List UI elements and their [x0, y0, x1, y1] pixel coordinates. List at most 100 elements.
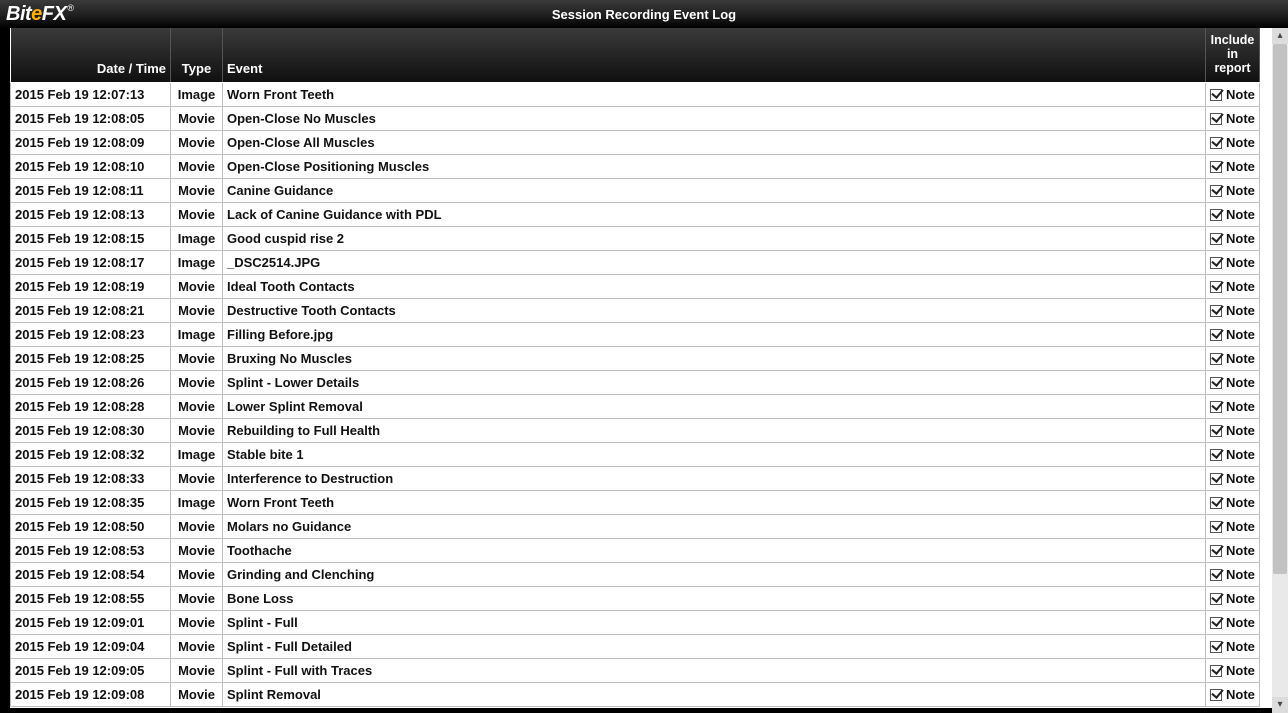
note-label: Note	[1226, 591, 1255, 606]
include-checkbox[interactable]	[1210, 209, 1222, 221]
table-row[interactable]: 2015 Feb 19 12:08:55MovieBone LossNote	[11, 586, 1260, 610]
include-checkbox[interactable]	[1210, 233, 1222, 245]
include-checkbox[interactable]	[1210, 665, 1222, 677]
scroll-down-arrow-icon[interactable]: ▾	[1272, 697, 1288, 713]
table-row[interactable]: 2015 Feb 19 12:08:30MovieRebuilding to F…	[11, 418, 1260, 442]
include-checkbox[interactable]	[1210, 593, 1222, 605]
logo-text-accent: e	[31, 3, 42, 25]
table-row[interactable]: 2015 Feb 19 12:08:10MovieOpen-Close Posi…	[11, 154, 1260, 178]
cell-type: Image	[171, 442, 223, 466]
include-checkbox[interactable]	[1210, 329, 1222, 341]
cell-event: Worn Front Teeth	[223, 490, 1206, 514]
include-checkbox[interactable]	[1210, 473, 1222, 485]
cell-event: Filling Before.jpg	[223, 322, 1206, 346]
table-row[interactable]: 2015 Feb 19 12:08:15ImageGood cuspid ris…	[11, 226, 1260, 250]
table-row[interactable]: 2015 Feb 19 12:08:23ImageFilling Before.…	[11, 322, 1260, 346]
cell-event: Lower Splint Removal	[223, 394, 1206, 418]
table-row[interactable]: 2015 Feb 19 12:09:08MovieSplint RemovalN…	[11, 682, 1260, 706]
include-checkbox[interactable]	[1210, 305, 1222, 317]
table-row[interactable]: 2015 Feb 19 12:07:13ImageWorn Front Teet…	[11, 82, 1260, 106]
note-label: Note	[1226, 303, 1255, 318]
table-row[interactable]: 2015 Feb 19 12:08:50MovieMolars no Guida…	[11, 514, 1260, 538]
include-checkbox[interactable]	[1210, 425, 1222, 437]
table-row[interactable]: 2015 Feb 19 12:09:04MovieSplint - Full D…	[11, 634, 1260, 658]
col-header-include[interactable]: Include in report	[1206, 28, 1260, 82]
cell-type: Movie	[171, 586, 223, 610]
table-row[interactable]: 2015 Feb 19 12:08:25MovieBruxing No Musc…	[11, 346, 1260, 370]
note-label: Note	[1226, 615, 1255, 630]
include-checkbox[interactable]	[1210, 185, 1222, 197]
include-checkbox[interactable]	[1210, 617, 1222, 629]
cell-datetime: 2015 Feb 19 12:08:33	[11, 466, 171, 490]
cell-type: Movie	[171, 154, 223, 178]
col-header-datetime[interactable]: Date / Time	[11, 28, 171, 82]
cell-datetime: 2015 Feb 19 12:09:08	[11, 682, 171, 706]
table-row[interactable]: 2015 Feb 19 12:08:11MovieCanine Guidance…	[11, 178, 1260, 202]
cell-event: Open-Close Positioning Muscles	[223, 154, 1206, 178]
cell-type: Movie	[171, 682, 223, 706]
cell-include: Note	[1206, 178, 1260, 202]
cell-event: Splint - Full	[223, 610, 1206, 634]
cell-include: Note	[1206, 274, 1260, 298]
include-checkbox[interactable]	[1210, 137, 1222, 149]
cell-include: Note	[1206, 154, 1260, 178]
scroll-thumb[interactable]	[1273, 44, 1287, 574]
table-row[interactable]: 2015 Feb 19 12:09:01MovieSplint - FullNo…	[11, 610, 1260, 634]
table-row[interactable]: 2015 Feb 19 12:08:53MovieToothacheNote	[11, 538, 1260, 562]
note-label: Note	[1226, 351, 1255, 366]
col-header-type[interactable]: Type	[171, 28, 223, 82]
cell-include: Note	[1206, 634, 1260, 658]
note-label: Note	[1226, 111, 1255, 126]
cell-datetime: 2015 Feb 19 12:08:26	[11, 370, 171, 394]
include-checkbox[interactable]	[1210, 449, 1222, 461]
include-checkbox[interactable]	[1210, 353, 1222, 365]
col-header-event[interactable]: Event	[223, 28, 1206, 82]
cell-event: Rebuilding to Full Health	[223, 418, 1206, 442]
table-row[interactable]: 2015 Feb 19 12:09:05MovieSplint - Full w…	[11, 658, 1260, 682]
include-checkbox[interactable]	[1210, 545, 1222, 557]
note-label: Note	[1226, 255, 1255, 270]
cell-include: Note	[1206, 466, 1260, 490]
table-row[interactable]: 2015 Feb 19 12:08:26MovieSplint - Lower …	[11, 370, 1260, 394]
cell-include: Note	[1206, 394, 1260, 418]
note-label: Note	[1226, 87, 1255, 102]
include-checkbox[interactable]	[1210, 401, 1222, 413]
include-checkbox[interactable]	[1210, 689, 1222, 701]
table-row[interactable]: 2015 Feb 19 12:08:32ImageStable bite 1No…	[11, 442, 1260, 466]
include-checkbox[interactable]	[1210, 161, 1222, 173]
cell-event: Lack of Canine Guidance with PDL	[223, 202, 1206, 226]
table-row[interactable]: 2015 Feb 19 12:08:05MovieOpen-Close No M…	[11, 106, 1260, 130]
cell-event: Grinding and Clenching	[223, 562, 1206, 586]
table-row[interactable]: 2015 Feb 19 12:08:17Image_DSC2514.JPGNot…	[11, 250, 1260, 274]
include-checkbox[interactable]	[1210, 113, 1222, 125]
cell-type: Movie	[171, 658, 223, 682]
include-checkbox[interactable]	[1210, 377, 1222, 389]
include-checkbox[interactable]	[1210, 89, 1222, 101]
table-row[interactable]: 2015 Feb 19 12:08:54MovieGrinding and Cl…	[11, 562, 1260, 586]
note-label: Note	[1226, 135, 1255, 150]
table-row[interactable]: 2015 Feb 19 12:08:28MovieLower Splint Re…	[11, 394, 1260, 418]
include-checkbox[interactable]	[1210, 521, 1222, 533]
include-checkbox[interactable]	[1210, 497, 1222, 509]
include-checkbox[interactable]	[1210, 281, 1222, 293]
table-row[interactable]: 2015 Feb 19 12:08:33MovieInterference to…	[11, 466, 1260, 490]
cell-type: Movie	[171, 466, 223, 490]
header-row: Date / Time Type Event Include in report	[11, 28, 1260, 82]
cell-type: Movie	[171, 370, 223, 394]
cell-include: Note	[1206, 418, 1260, 442]
cell-event: Splint - Lower Details	[223, 370, 1206, 394]
scroll-up-arrow-icon[interactable]: ▴	[1272, 28, 1288, 44]
table-row[interactable]: 2015 Feb 19 12:08:19MovieIdeal Tooth Con…	[11, 274, 1260, 298]
include-checkbox[interactable]	[1210, 569, 1222, 581]
cell-type: Movie	[171, 274, 223, 298]
cell-event: Stable bite 1	[223, 442, 1206, 466]
include-checkbox[interactable]	[1210, 257, 1222, 269]
vertical-scrollbar[interactable]: ▴ ▾	[1272, 28, 1288, 713]
table-row[interactable]: 2015 Feb 19 12:08:13MovieLack of Canine …	[11, 202, 1260, 226]
table-row[interactable]: 2015 Feb 19 12:08:09MovieOpen-Close All …	[11, 130, 1260, 154]
table-row[interactable]: 2015 Feb 19 12:08:21MovieDestructive Too…	[11, 298, 1260, 322]
cell-type: Movie	[171, 298, 223, 322]
note-label: Note	[1226, 231, 1255, 246]
include-checkbox[interactable]	[1210, 641, 1222, 653]
table-row[interactable]: 2015 Feb 19 12:08:35ImageWorn Front Teet…	[11, 490, 1260, 514]
